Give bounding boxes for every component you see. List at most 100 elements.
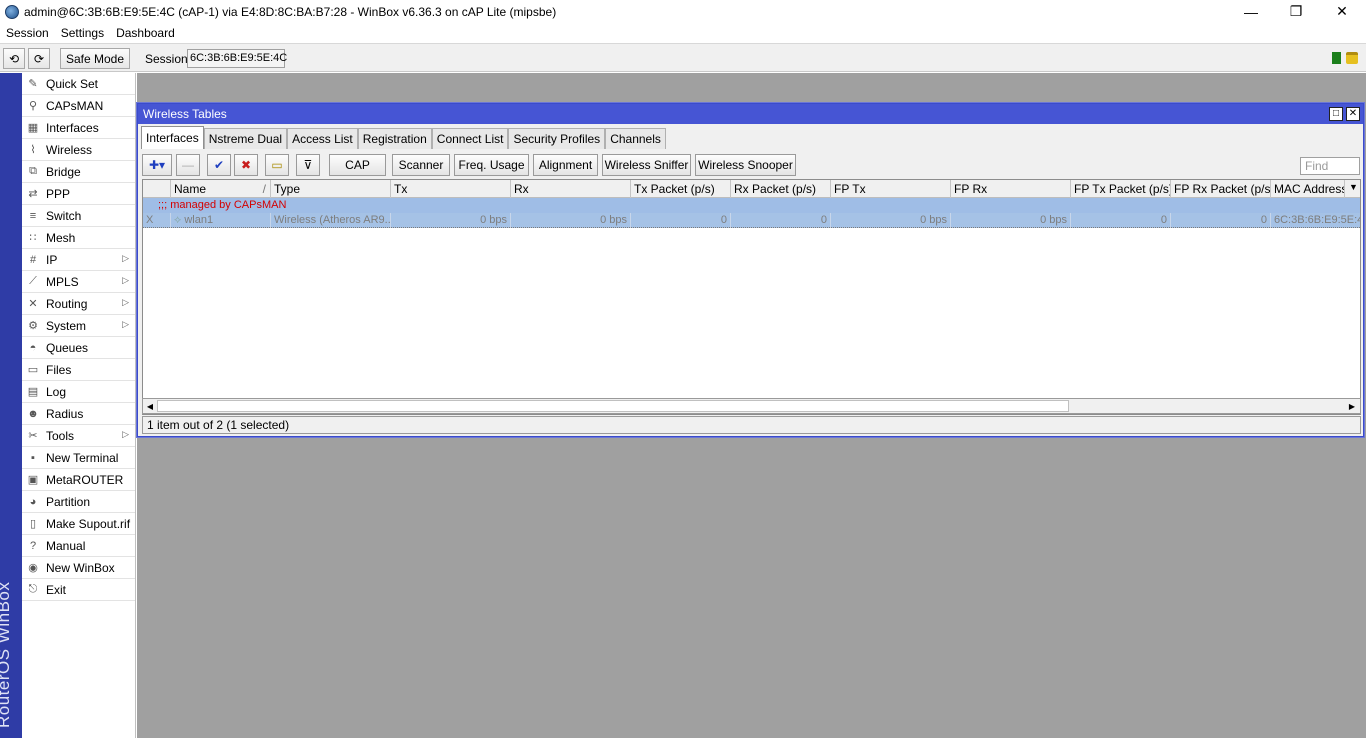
column-tx-packet[interactable]: Tx Packet (p/s) (631, 180, 731, 198)
plus-icon: ✚▾ (148, 158, 166, 172)
sidebar-item-label: Mesh (46, 230, 76, 245)
comment-button[interactable]: ▭ (265, 154, 289, 176)
row-rx-packet: 0 (731, 213, 831, 228)
tab-security-profiles[interactable]: Security Profiles (508, 128, 606, 149)
wireless-snooper-button[interactable]: Wireless Snooper (695, 154, 796, 176)
table-comment-row[interactable]: ;;; managed by CAPsMAN (143, 198, 1360, 213)
filter-button[interactable]: ⊽ (296, 154, 320, 176)
column-rx[interactable]: Rx (511, 180, 631, 198)
mpls-icon: ⟋ (29, 275, 37, 287)
wireless-icon: ⌇ (30, 144, 36, 156)
submenu-arrow-icon: ▷ (122, 253, 129, 263)
sidebar-item-label: Tools (46, 428, 75, 443)
sidebar-item-mesh[interactable]: ∷ Mesh (22, 227, 135, 249)
tab-channels[interactable]: Channels (605, 128, 666, 149)
freq-usage-button[interactable]: Freq. Usage (454, 154, 529, 176)
column-tx[interactable]: Tx (391, 180, 511, 198)
sidebar-item-label: Queues (46, 340, 89, 355)
column-menu-dropdown[interactable]: ▼ (1345, 180, 1360, 198)
column-name[interactable]: Name / (171, 180, 271, 198)
row-fp-tx-packet: 0 (1071, 213, 1171, 228)
column-mac-address[interactable]: MAC Address (1271, 180, 1345, 198)
sidebar-item-label: System (46, 318, 87, 333)
remove-button[interactable]: — (176, 154, 200, 176)
sidebar-item-queues[interactable]: ◓ Queues (22, 337, 135, 359)
window-maximize-button[interactable]: □ (1329, 107, 1343, 121)
horizontal-scrollbar[interactable]: ◀ ▶ (142, 398, 1361, 414)
tab-nstreme-dual[interactable]: Nstreme Dual (203, 128, 288, 149)
column-rx-packet[interactable]: Rx Packet (p/s) (731, 180, 831, 198)
sidebar-item-label: IP (46, 252, 58, 267)
sidebar-item-wireless[interactable]: ⌇ Wireless (22, 139, 135, 161)
safe-mode-button[interactable]: Safe Mode (60, 48, 130, 69)
sidebar-item-exit[interactable]: ⎋ Exit (22, 579, 135, 601)
column-fp-rx-packet[interactable]: FP Rx Packet (p/s) (1171, 180, 1271, 198)
sidebar-item-ppp[interactable]: ⇄ PPP (22, 183, 135, 205)
menu-dashboard[interactable]: Dashboard (110, 26, 181, 40)
sidebar-item-partition[interactable]: ◕ Partition (22, 491, 135, 513)
close-button[interactable]: ✕ (1319, 0, 1365, 23)
menu-session[interactable]: Session (0, 26, 55, 40)
minimize-button[interactable]: — (1228, 0, 1274, 23)
column-name-label: Name (174, 182, 207, 196)
menu-settings[interactable]: Settings (55, 26, 110, 40)
tab-interfaces[interactable]: Interfaces (141, 126, 204, 149)
undo-icon: ⟲ (8, 51, 20, 66)
wireless-tables-titlebar[interactable]: Wireless Tables □ ✕ (138, 104, 1363, 124)
column-fp-tx-packet[interactable]: FP Tx Packet (p/s) (1071, 180, 1171, 198)
scanner-button[interactable]: Scanner (392, 154, 450, 176)
sidebar-item-make-supout-rif[interactable]: ▯ Make Supout.rif (22, 513, 135, 535)
sidebar-item-label: Log (46, 384, 67, 399)
sidebar-item-routing[interactable]: ✕ Routing ▷ (22, 293, 135, 315)
sidebar-item-tools[interactable]: ✂ Tools ▷ (22, 425, 135, 447)
column-fp-tx[interactable]: FP Tx (831, 180, 951, 198)
undo-button[interactable]: ⟲ (3, 48, 25, 69)
sidebar-item-system[interactable]: ⚙ System ▷ (22, 315, 135, 337)
enable-button[interactable]: ✔ (207, 154, 231, 176)
tab-connect-list[interactable]: Connect List (431, 128, 509, 149)
wireless-sniffer-button[interactable]: Wireless Sniffer (602, 154, 691, 176)
sidebar-item-bridge[interactable]: ⧉ Bridge (22, 161, 135, 183)
connection-status-icon (1332, 52, 1341, 64)
sidebar-item-quick-set[interactable]: ✎ Quick Set (22, 73, 135, 95)
minus-icon: — (182, 158, 194, 172)
scrollbar-thumb[interactable] (157, 400, 1069, 412)
session-field[interactable]: 6C:3B:6B:E9:5E:4C (187, 49, 287, 68)
cap-button[interactable]: CAP (329, 154, 386, 176)
scroll-right-icon[interactable]: ▶ (1346, 400, 1358, 412)
scroll-left-icon[interactable]: ◀ (144, 400, 156, 412)
find-input[interactable]: Find (1300, 157, 1360, 175)
sidebar-item-capsman[interactable]: ⚲ CAPsMAN (22, 95, 135, 117)
sidebar-item-mpls[interactable]: ⟋ MPLS ▷ (22, 271, 135, 293)
sidebar-item-files[interactable]: ▭ Files (22, 359, 135, 381)
table-row[interactable]: X ⟡ wlan1 Wireless (Atheros AR9... 0 bps… (143, 213, 1360, 228)
sidebar-item-label: New Terminal (46, 450, 119, 465)
session-label: Session: (145, 52, 192, 66)
sidebar-item-label: Make Supout.rif (46, 516, 131, 531)
alignment-button[interactable]: Alignment (533, 154, 598, 176)
comment-icon: ▭ (271, 158, 283, 172)
sidebar-item-metarouter[interactable]: ▣ MetaROUTER (22, 469, 135, 491)
tab-registration[interactable]: Registration (357, 128, 432, 149)
sidebar-item-new-winbox[interactable]: ◉ New WinBox (22, 557, 135, 579)
column-flag[interactable] (143, 180, 171, 198)
disable-button[interactable]: ✖ (234, 154, 258, 176)
redo-button[interactable]: ⟳ (28, 48, 50, 69)
window-close-button[interactable]: ✕ (1346, 107, 1360, 121)
sidebar-item-label: Exit (46, 582, 67, 597)
maximize-button[interactable]: ❐ (1273, 0, 1319, 23)
column-fp-rx[interactable]: FP Rx (951, 180, 1071, 198)
sidebar-item-new-terminal[interactable]: ▪ New Terminal (22, 447, 135, 469)
sidebar-item-interfaces[interactable]: ▦ Interfaces (22, 117, 135, 139)
manual-icon: ? (29, 539, 37, 552)
tab-access-list[interactable]: Access List (287, 128, 358, 149)
sidebar-item-manual[interactable]: ? Manual (22, 535, 135, 557)
add-button[interactable]: ✚▾ (142, 154, 172, 176)
wireless-tables-title: Wireless Tables (143, 107, 227, 121)
sidebar-item-radius[interactable]: ☻ Radius (22, 403, 135, 425)
sidebar-item-ip[interactable]: # IP ▷ (22, 249, 135, 271)
sidebar-item-log[interactable]: ▤ Log (22, 381, 135, 403)
row-name-text: wlan1 (184, 214, 214, 226)
sidebar-item-switch[interactable]: ≡ Switch (22, 205, 135, 227)
column-type[interactable]: Type (271, 180, 391, 198)
